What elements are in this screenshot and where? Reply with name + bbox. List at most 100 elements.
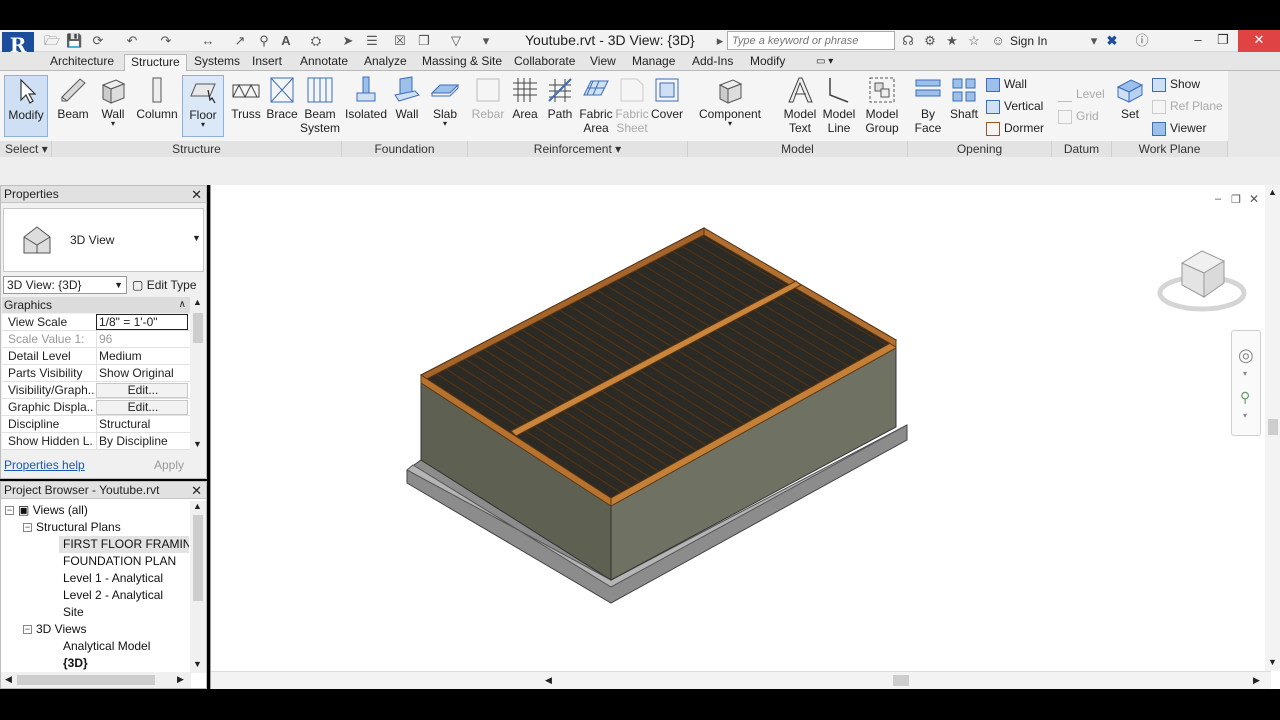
tree-3d-current[interactable]: {3D}: [63, 655, 88, 672]
parts-visibility-field[interactable]: Show Original: [96, 365, 188, 382]
default-3d-icon[interactable]: ⛭: [308, 33, 324, 49]
tab-add-ins[interactable]: Add-Ins: [686, 54, 739, 71]
customize-icon[interactable]: ▽: [448, 33, 464, 49]
scroll-thumb[interactable]: [893, 675, 909, 686]
truss-button[interactable]: Truss: [228, 75, 264, 137]
viewcube-icon[interactable]: [1156, 243, 1248, 323]
cover-button[interactable]: Cover: [650, 75, 684, 137]
canvas-vscrollbar[interactable]: ▲ ▼: [1265, 185, 1280, 671]
tab-insert[interactable]: Insert: [246, 54, 288, 71]
wall-foundation-button[interactable]: Wall: [390, 75, 424, 137]
favorites-icon[interactable]: ☆: [966, 33, 982, 49]
scroll-left-icon[interactable]: ◀: [5, 674, 12, 685]
close-browser-icon[interactable]: ✕: [191, 482, 202, 499]
tree-views-all[interactable]: − ▣ Views (all): [5, 502, 88, 519]
shaft-button[interactable]: Shaft: [946, 75, 982, 137]
tab-options-icon[interactable]: ▭ ▾: [810, 54, 839, 71]
collapse-icon[interactable]: −: [23, 523, 32, 533]
slab-dropdown-icon[interactable]: ▾: [426, 120, 464, 128]
tab-massing-site[interactable]: Massing & Site: [416, 54, 508, 71]
rebar-button[interactable]: Rebar: [470, 75, 506, 137]
close-icon[interactable]: ✕: [1238, 30, 1280, 52]
scroll-thumb[interactable]: [17, 675, 155, 685]
brace-button[interactable]: Brace: [266, 75, 298, 137]
reinforcement-dropdown-icon[interactable]: ▾: [615, 142, 621, 156]
tab-systems[interactable]: Systems: [188, 54, 246, 71]
model-group-button[interactable]: Model Group: [860, 75, 904, 137]
scroll-down-icon[interactable]: ▼: [193, 439, 202, 449]
area-reinforcement-button[interactable]: Area: [508, 75, 542, 137]
select-dropdown-icon[interactable]: ▾: [42, 142, 48, 156]
path-reinforcement-button[interactable]: Path: [544, 75, 576, 137]
switch-windows-icon[interactable]: ❐: [416, 33, 432, 49]
grid-button[interactable]: Grid: [1058, 107, 1099, 125]
floor-button[interactable]: Floor ▾: [182, 75, 224, 137]
slab-button[interactable]: Slab ▾: [426, 75, 464, 137]
type-dropdown-icon[interactable]: ▼: [192, 233, 201, 243]
floor-dropdown-icon[interactable]: ▾: [183, 121, 223, 129]
exchange-apps-icon[interactable]: ✖: [1104, 33, 1120, 49]
tab-annotate[interactable]: Annotate: [294, 54, 354, 71]
zoom-icon[interactable]: ⚲: [1240, 389, 1250, 406]
restore-icon[interactable]: ❐: [1208, 30, 1238, 52]
vertical-opening-button[interactable]: Vertical: [986, 97, 1043, 115]
tree-level-2-analytical[interactable]: Level 2 - Analytical: [63, 587, 163, 604]
view-restore-icon[interactable]: ❐: [1231, 193, 1241, 206]
thin-lines-icon[interactable]: ☰: [364, 33, 380, 49]
visibility-graphics-edit-button[interactable]: Edit...: [96, 383, 188, 398]
close-properties-icon[interactable]: ✕: [191, 186, 202, 203]
redo-icon[interactable]: ↷: [158, 33, 174, 49]
communication-icon[interactable]: ★: [944, 33, 960, 49]
level-button[interactable]: Level: [1058, 85, 1105, 103]
view-select-dropdown-icon[interactable]: ▼: [114, 277, 123, 293]
graphic-display-edit-button[interactable]: Edit...: [96, 400, 188, 415]
tag-icon[interactable]: ⚲: [256, 33, 272, 49]
sign-in-link[interactable]: Sign In: [1010, 34, 1047, 48]
section-icon[interactable]: ➤: [340, 33, 356, 49]
3d-view-canvas[interactable]: – ❐ ✕ ◎ ▾ ⚲ ▾ ▲ ▼ ◀ ▶: [210, 185, 1280, 689]
tree-foundation-plan[interactable]: FOUNDATION PLAN: [63, 553, 176, 570]
tree-3d-views[interactable]: −3D Views: [23, 621, 86, 638]
viewer-button[interactable]: Viewer: [1152, 119, 1206, 137]
ref-plane-button[interactable]: Ref Plane: [1152, 97, 1223, 115]
show-hidden-lines-field[interactable]: By Discipline: [96, 433, 188, 450]
scroll-down-icon[interactable]: ▼: [1268, 657, 1277, 667]
fabric-area-button[interactable]: Fabric Area: [578, 75, 614, 137]
component-button[interactable]: Component ▾: [696, 75, 764, 137]
tab-collaborate[interactable]: Collaborate: [508, 54, 581, 71]
scroll-thumb[interactable]: [193, 313, 203, 343]
model-text-button[interactable]: Model Text: [780, 75, 820, 137]
scroll-up-icon[interactable]: ▲: [1268, 187, 1277, 197]
component-dropdown-icon[interactable]: ▾: [696, 120, 764, 128]
scroll-right-icon[interactable]: ▶: [177, 674, 184, 685]
scroll-left-icon[interactable]: ◀: [545, 675, 552, 686]
wall-opening-button[interactable]: Wall: [986, 75, 1027, 93]
detail-level-field[interactable]: Medium: [96, 348, 188, 365]
select-panel-label[interactable]: Select ▾: [0, 141, 52, 157]
view-scale-field[interactable]: 1/8" = 1'-0": [96, 314, 188, 330]
measure-icon[interactable]: ↔: [200, 33, 216, 49]
dormer-opening-button[interactable]: Dormer: [986, 119, 1044, 137]
tree-analytical-model[interactable]: Analytical Model: [63, 638, 150, 655]
view-close-icon[interactable]: ✕: [1249, 192, 1259, 206]
scroll-down-icon[interactable]: ▼: [193, 659, 202, 669]
reinforcement-panel-label[interactable]: Reinforcement ▾: [468, 141, 688, 157]
canvas-hscrollbar[interactable]: ◀ ▶: [211, 671, 1271, 689]
modify-button[interactable]: Modify: [4, 75, 48, 137]
tree-first-floor-framing[interactable]: FIRST FLOOR FRAMING P: [59, 536, 189, 553]
text-icon[interactable]: A: [278, 33, 294, 49]
scroll-up-icon[interactable]: ▲: [193, 297, 202, 307]
subscription-icon[interactable]: ⚙: [922, 33, 938, 49]
tab-structure[interactable]: Structure: [124, 54, 187, 72]
wheel-dropdown-icon[interactable]: ▾: [1243, 369, 1247, 378]
fabric-sheet-button[interactable]: Fabric Sheet: [614, 75, 650, 137]
collapse-icon[interactable]: −: [5, 506, 14, 516]
save-icon[interactable]: 💾: [66, 33, 82, 49]
help-icon[interactable]: ⓘ: [1134, 33, 1150, 49]
model-line-button[interactable]: Model Line: [820, 75, 858, 137]
edit-type-button[interactable]: ▢ Edit Type: [132, 276, 197, 294]
steering-wheel-icon[interactable]: ◎: [1238, 345, 1254, 366]
scroll-up-icon[interactable]: ▲: [193, 501, 202, 511]
graphics-section-header[interactable]: Graphics ∧: [2, 297, 190, 313]
tab-view[interactable]: View: [584, 54, 622, 71]
